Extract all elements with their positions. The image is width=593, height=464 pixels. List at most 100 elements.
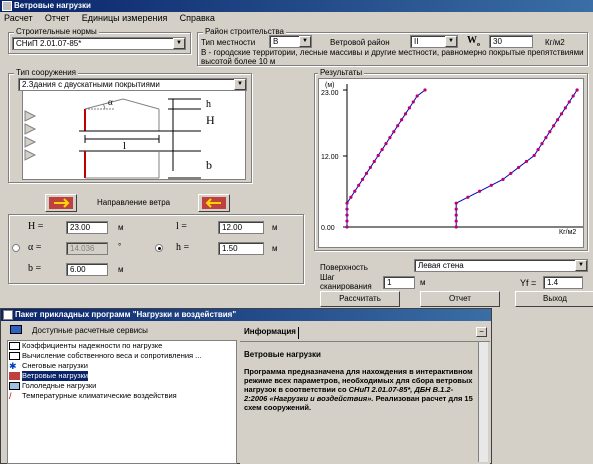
data-point xyxy=(415,94,419,98)
w0-unit: Кг/м2 xyxy=(545,38,565,47)
h-symbol: h xyxy=(206,99,211,110)
l-input[interactable]: 12.00 xyxy=(218,221,264,234)
list-item[interactable]: Гололедные нагрузки xyxy=(8,381,236,391)
data-point xyxy=(536,147,540,152)
ice-icon xyxy=(9,382,20,390)
x-axis-unit: Кг/м2 xyxy=(559,229,576,236)
h-label: h = xyxy=(176,242,190,253)
snowflake-icon: ✱ xyxy=(9,361,17,371)
results-label: Результаты xyxy=(318,68,365,77)
y-tick-label: 0.00 xyxy=(321,225,335,232)
alpha-unit: ° xyxy=(118,242,122,251)
list-item[interactable]: Коэффициенты надежности по нагрузке xyxy=(8,341,236,351)
wind-icon xyxy=(9,372,20,380)
info-tab[interactable]: Информация xyxy=(242,327,299,339)
package-app-icon xyxy=(3,310,13,320)
table-icon xyxy=(9,342,20,350)
list-item[interactable]: ✱ Снеговые нагрузки xyxy=(8,361,236,371)
wind-direction-label: Направление ветра xyxy=(97,198,171,207)
wind-direction-icon xyxy=(202,197,226,209)
exit-button[interactable]: Выход xyxy=(515,291,593,307)
data-point xyxy=(532,153,536,158)
step-input[interactable]: 1 xyxy=(383,276,415,289)
list-item[interactable]: Вычисление собственного веса и сопротивл… xyxy=(8,351,236,361)
wind-region-select[interactable]: II ▼ xyxy=(410,35,458,48)
data-point xyxy=(411,100,415,104)
wind-left-button[interactable] xyxy=(45,194,77,212)
chevron-down-icon[interactable]: ▼ xyxy=(445,36,457,47)
menu-otchet[interactable]: Отчет xyxy=(45,13,70,23)
wind-right-button[interactable] xyxy=(198,194,230,212)
data-point xyxy=(571,94,575,98)
info-title: Ветровые нагрузки xyxy=(244,350,321,359)
data-point xyxy=(392,130,396,134)
menu-raschet[interactable]: Расчет xyxy=(4,13,33,23)
alpha-symbol: α xyxy=(108,97,113,107)
report-button[interactable]: Отчет xyxy=(420,291,500,307)
gamma-label: Yf = xyxy=(520,278,537,288)
h-unit: м xyxy=(272,244,278,253)
terrain-select[interactable]: В ▼ xyxy=(269,35,312,48)
surface-label: Поверхность xyxy=(320,263,368,272)
step-unit: м xyxy=(420,278,426,287)
data-point xyxy=(489,183,493,187)
data-point xyxy=(548,130,552,134)
thermometer-icon: / xyxy=(9,391,12,401)
b-symbol: b xyxy=(206,158,212,172)
info-divider xyxy=(240,341,490,342)
alpha-input[interactable]: 14.036 xyxy=(66,242,108,255)
alpha-radio[interactable] xyxy=(12,244,20,252)
package-title-bar[interactable]: Пакет прикладных программ "Нагрузки и во… xyxy=(1,309,491,321)
menu-help[interactable]: Справка xyxy=(180,13,215,23)
data-point xyxy=(466,195,470,199)
list-item[interactable]: / Температурные климатические воздействи… xyxy=(8,391,236,401)
data-point xyxy=(380,147,384,152)
b-input[interactable]: 6.00 xyxy=(66,263,108,276)
chevron-down-icon[interactable]: ▼ xyxy=(173,38,185,49)
y-tick-label: 12.00 xyxy=(321,154,339,161)
data-point xyxy=(575,88,579,92)
structure-svg: α h H l b xyxy=(24,97,215,179)
y-tick-label: 23.00 xyxy=(321,90,339,97)
H-unit: м xyxy=(118,223,124,232)
H-input[interactable]: 23.00 xyxy=(66,221,108,234)
services-label: Доступные расчетные сервисы xyxy=(32,326,148,335)
services-list: Коэффициенты надежности по нагрузке Вычи… xyxy=(7,340,237,464)
collapse-button[interactable]: − xyxy=(476,327,487,337)
window-title-bar[interactable]: Ветровые нагрузки xyxy=(0,0,593,12)
calculate-button[interactable]: Рассчитать xyxy=(320,291,400,307)
package-title: Пакет прикладных программ "Нагрузки и во… xyxy=(15,310,237,319)
chevron-down-icon[interactable]: ▼ xyxy=(575,260,587,271)
region-description: В - городские территории, лесные массивы… xyxy=(201,48,584,66)
data-point xyxy=(384,142,388,146)
data-point xyxy=(454,225,458,229)
data-point xyxy=(388,136,392,140)
data-point xyxy=(552,124,556,128)
norms-select[interactable]: СНиП 2.01.07-85* ▼ xyxy=(12,37,186,50)
info-scrollbar[interactable] xyxy=(478,342,488,462)
data-point xyxy=(349,195,353,199)
data-point xyxy=(364,171,369,175)
data-point xyxy=(423,88,427,92)
series-line xyxy=(455,89,578,227)
w0-label: Wo xyxy=(467,35,480,48)
l-unit: м xyxy=(272,223,278,232)
chevron-down-icon[interactable]: ▼ xyxy=(299,36,311,47)
wind-direction-icon xyxy=(49,197,73,209)
h-input[interactable]: 1.50 xyxy=(218,242,264,255)
data-point xyxy=(345,225,349,229)
list-item-selected[interactable]: Ветровые нагрузки xyxy=(8,371,236,381)
services-icon xyxy=(10,325,22,334)
data-point xyxy=(396,124,400,128)
surface-select[interactable]: Левая стена ▼ xyxy=(414,259,588,272)
data-point xyxy=(478,189,482,193)
menu-units[interactable]: Единицы измерения xyxy=(82,13,168,23)
w0-input[interactable]: 30 xyxy=(489,35,533,48)
data-point xyxy=(517,165,521,170)
y-axis-unit: (м) xyxy=(325,82,334,89)
gamma-input[interactable]: 1.4 xyxy=(543,276,583,289)
data-point xyxy=(345,207,349,211)
data-point xyxy=(454,213,458,217)
h-radio[interactable] xyxy=(155,244,163,252)
chevron-down-icon[interactable]: ▼ xyxy=(234,79,246,90)
